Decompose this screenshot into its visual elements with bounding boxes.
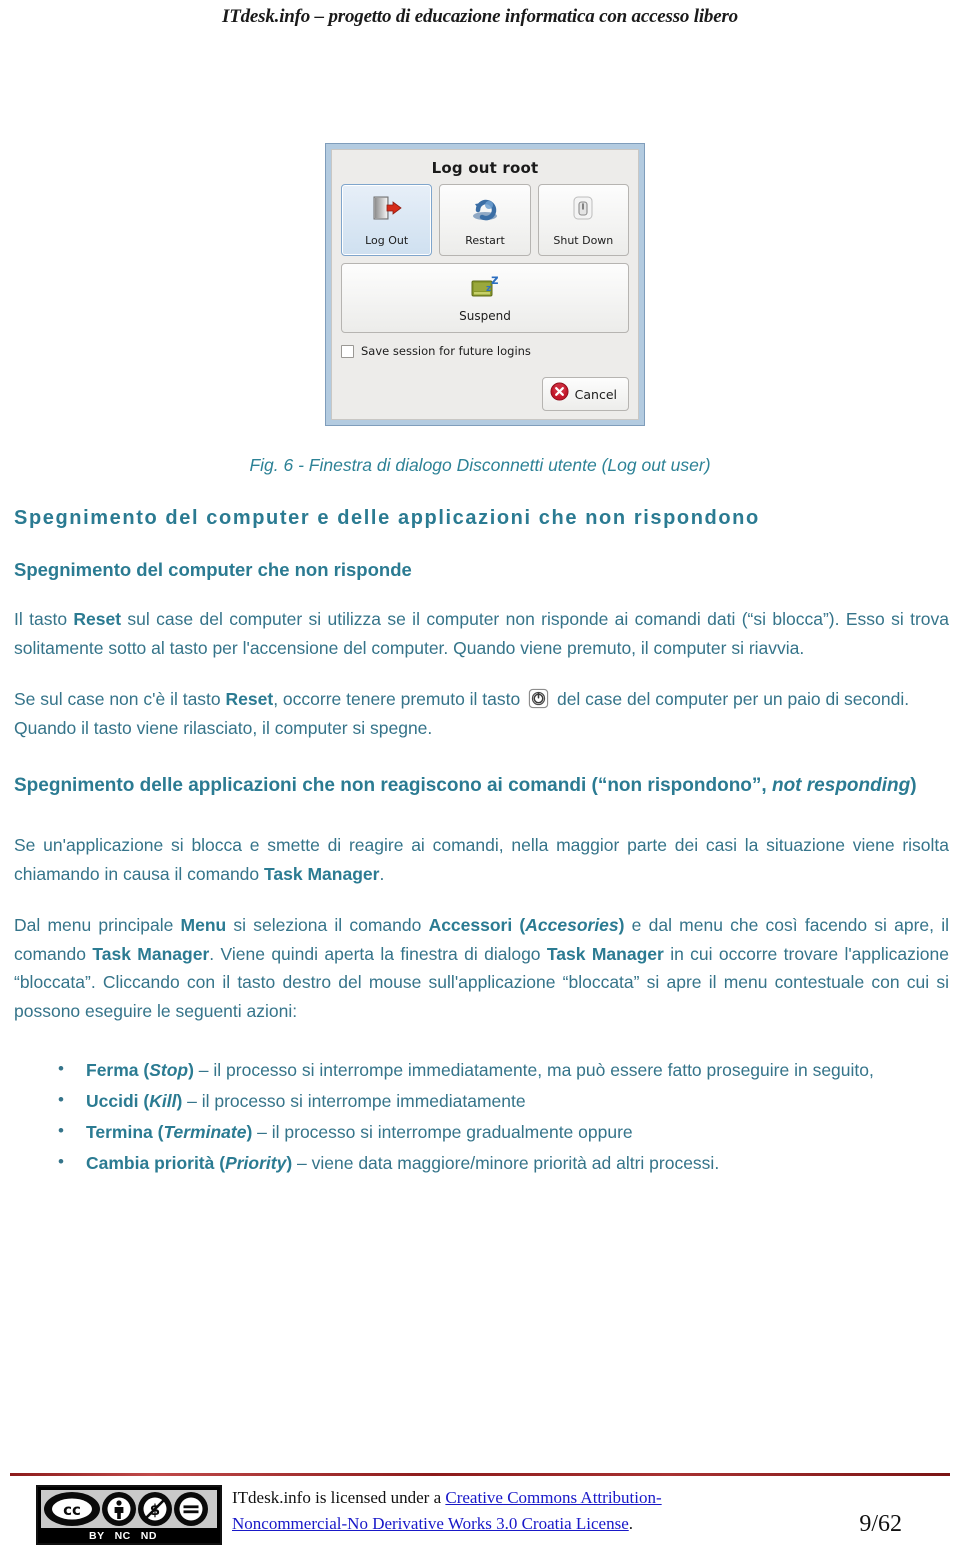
cc-badge-terms: BY NC ND bbox=[41, 1528, 217, 1543]
header-title: ITdesk.info – progetto di educazione inf… bbox=[222, 6, 738, 27]
dialog-window: Log out root Log Out Restart Shut Down z… bbox=[325, 143, 645, 426]
list-item: Termina (Terminate) – il processo si int… bbox=[44, 1117, 939, 1147]
cc-badge-symbols: cc $ bbox=[41, 1490, 217, 1528]
bullet0-bold: Ferma ( bbox=[86, 1060, 150, 1081]
para4-bolditalic-accesories: Accesories bbox=[525, 914, 619, 935]
bullet0-bold-italic: Stop bbox=[149, 1060, 189, 1081]
bullet3-bold: Cambia priorità ( bbox=[86, 1152, 226, 1173]
cancel-button-label: Cancel bbox=[574, 386, 617, 402]
save-session-label: Save session for future logins bbox=[361, 344, 531, 358]
shutdown-power-icon bbox=[566, 193, 600, 223]
cc-logo-icon: cc bbox=[44, 1492, 100, 1526]
para4-text-4: . Viene quindi aperta la finestra di dia… bbox=[209, 943, 547, 964]
dialog-footer: Cancel bbox=[341, 377, 629, 411]
para4-text-2: si seleziona il comando bbox=[226, 914, 429, 935]
bullet1-rest: – il processo si interrompe immediatamen… bbox=[182, 1091, 526, 1112]
bullet3-bold-italic: Priority bbox=[225, 1152, 287, 1173]
sub-heading-app-non-rispondono: Spegnimento delle applicazioni che non r… bbox=[14, 772, 944, 801]
paragraph-reset-button: Il tasto Reset sul case del computer si … bbox=[14, 605, 949, 663]
sub-heading-computer-non-risponde: Spegnimento del computer che non rispond… bbox=[14, 559, 412, 580]
footer-divider bbox=[10, 1473, 950, 1476]
logout-door-icon bbox=[370, 193, 404, 223]
dialog-title: Log out root bbox=[431, 159, 539, 177]
para1-bold-reset: Reset bbox=[73, 608, 122, 629]
cc-term-by: BY bbox=[89, 1529, 105, 1542]
svg-text:z: z bbox=[491, 273, 499, 288]
license-prefix: ITdesk.info is licensed under a bbox=[232, 1488, 446, 1507]
para4-text-1: Dal menu principale bbox=[14, 914, 181, 935]
bullet1-bold: Uccidi ( bbox=[86, 1091, 150, 1112]
para4-bold-taskmanager-1: Task Manager bbox=[92, 943, 210, 964]
actions-bullet-list: Ferma (Stop) – il processo si interrompe… bbox=[44, 1055, 939, 1178]
figure-logout-dialog: Log out root Log Out Restart Shut Down z… bbox=[325, 143, 645, 426]
para4-bold-taskmanager-2: Task Manager bbox=[546, 943, 664, 964]
para3-text-2: . bbox=[379, 863, 385, 884]
para3-text-1: Se un'applicazione si blocca e smette di… bbox=[14, 834, 949, 884]
cc-nd-noderivatives-icon bbox=[174, 1492, 208, 1526]
document-header: ITdesk.info – progetto di educazione inf… bbox=[0, 6, 960, 28]
section-heading: Spegnimento del computer e delle applica… bbox=[14, 507, 760, 529]
para1-text-1: Il tasto bbox=[14, 608, 74, 629]
suspend-button-label: Suspend bbox=[459, 309, 511, 323]
license-link-part1[interactable]: Creative Commons Attribution- bbox=[445, 1488, 661, 1507]
license-text: ITdesk.info is licensed under a Creative… bbox=[232, 1485, 752, 1538]
paragraph-task-manager-intro: Se un'applicazione si blocca e smette di… bbox=[14, 831, 949, 889]
bullet0-rest: – il processo si interrompe immediatamen… bbox=[193, 1060, 874, 1081]
cc-nc-nocommercial-icon: $ bbox=[138, 1492, 172, 1526]
paragraph-power-button: Se sul case non c'è il tasto Reset, occo… bbox=[14, 685, 949, 743]
suspend-button[interactable]: z z Suspend bbox=[341, 263, 629, 333]
bullet3-rest: – viene data maggiore/minore priorità ad… bbox=[292, 1152, 720, 1173]
cancel-x-icon bbox=[550, 382, 569, 406]
power-button-icon bbox=[528, 688, 549, 709]
cancel-button[interactable]: Cancel bbox=[541, 377, 629, 411]
figure-caption: Fig. 6 - Finestra di dialogo Disconnetti… bbox=[249, 455, 711, 475]
log-out-button[interactable]: Log Out bbox=[341, 184, 433, 256]
cc-by-person-icon bbox=[102, 1492, 136, 1526]
bullet1-bold-italic: Kill bbox=[149, 1091, 177, 1112]
paragraph-task-manager-steps: Dal menu principale Menu si seleziona il… bbox=[14, 911, 949, 1027]
svg-text:cc: cc bbox=[63, 1501, 81, 1519]
subheading2-italic-notresponding: not responding bbox=[771, 775, 911, 797]
dialog-button-row: Log Out Restart Shut Down bbox=[341, 184, 629, 256]
list-item: Cambia priorità (Priority) – viene data … bbox=[44, 1148, 939, 1178]
list-item: Uccidi (Kill) – il processo si interromp… bbox=[44, 1086, 939, 1116]
subheading2-text-2: ) bbox=[910, 775, 917, 797]
para4-bold-accessori: Accessori ( bbox=[428, 914, 526, 935]
svg-text:z: z bbox=[486, 284, 491, 294]
shut-down-button[interactable]: Shut Down bbox=[537, 184, 629, 256]
save-session-checkbox[interactable] bbox=[341, 344, 354, 358]
document-content: Spegnimento del computer e delle applica… bbox=[14, 505, 949, 1180]
bullet2-bold-italic: Terminate bbox=[163, 1121, 247, 1142]
page-number: 9/62 bbox=[859, 1511, 902, 1537]
para4-bold-menu: Menu bbox=[180, 914, 227, 935]
para2-bold-reset: Reset bbox=[225, 688, 274, 709]
para3-bold-taskmanager: Task Manager bbox=[264, 863, 380, 884]
para2-text-2: , occorre tenere premuto il tasto bbox=[273, 688, 526, 709]
log-out-button-label: Log Out bbox=[365, 234, 409, 247]
cc-term-nc: NC bbox=[114, 1529, 131, 1542]
restart-arrows-icon bbox=[468, 193, 502, 223]
para1-text-2: sul case del computer si utilizza se il … bbox=[14, 608, 949, 658]
save-session-checkbox-row[interactable]: Save session for future logins bbox=[341, 344, 629, 358]
document-footer: cc $ bbox=[0, 1483, 960, 1549]
shut-down-button-label: Shut Down bbox=[553, 234, 614, 247]
dialog-body: Log out root Log Out Restart Shut Down z… bbox=[331, 149, 639, 420]
restart-button[interactable]: Restart bbox=[439, 184, 531, 256]
creative-commons-badge-icon: cc $ bbox=[36, 1485, 222, 1545]
restart-button-label: Restart bbox=[465, 234, 505, 247]
bullet2-bold: Termina ( bbox=[86, 1121, 164, 1142]
license-suffix: . bbox=[628, 1514, 633, 1534]
cc-term-nd: ND bbox=[140, 1529, 157, 1542]
subheading2-text-1: Spegnimento delle applicazioni che non r… bbox=[14, 775, 772, 797]
para2-text-1: Se sul case non c'è il tasto bbox=[14, 688, 226, 709]
bullet2-rest: – il processo si interrompe gradualmente… bbox=[252, 1121, 633, 1142]
list-item: Ferma (Stop) – il processo si interrompe… bbox=[44, 1055, 939, 1085]
license-link-part2[interactable]: Noncommercial-No Derivative Works 3.0 Cr… bbox=[232, 1514, 629, 1533]
suspend-sleep-icon: z z bbox=[468, 272, 502, 302]
